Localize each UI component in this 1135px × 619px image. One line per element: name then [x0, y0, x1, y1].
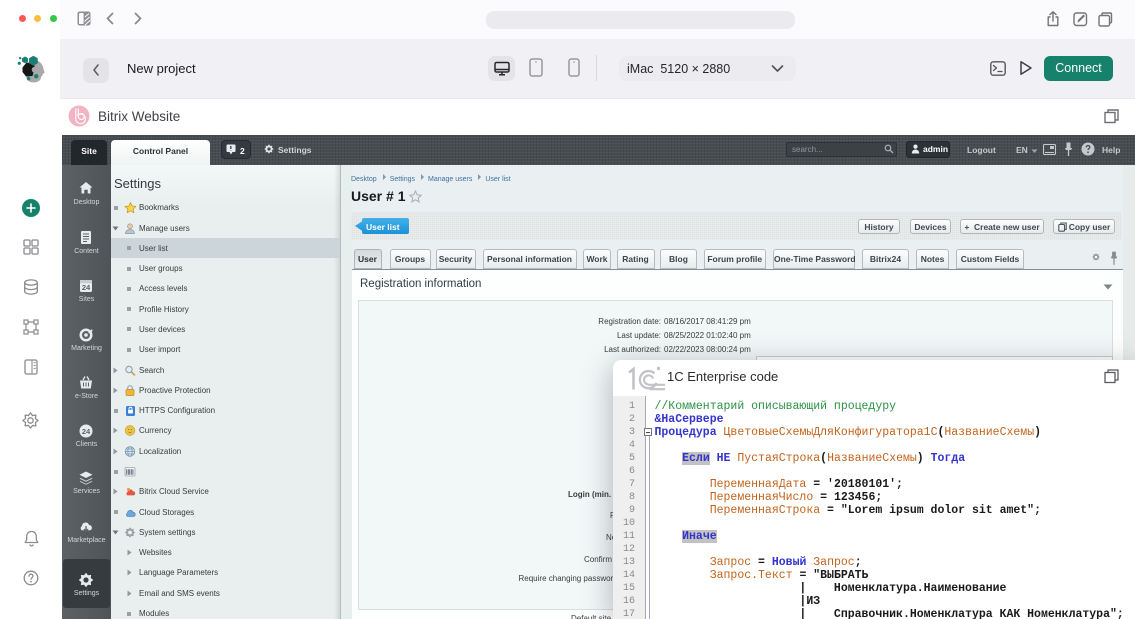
- svg-text:24: 24: [82, 426, 91, 435]
- svg-text:24: 24: [82, 283, 91, 292]
